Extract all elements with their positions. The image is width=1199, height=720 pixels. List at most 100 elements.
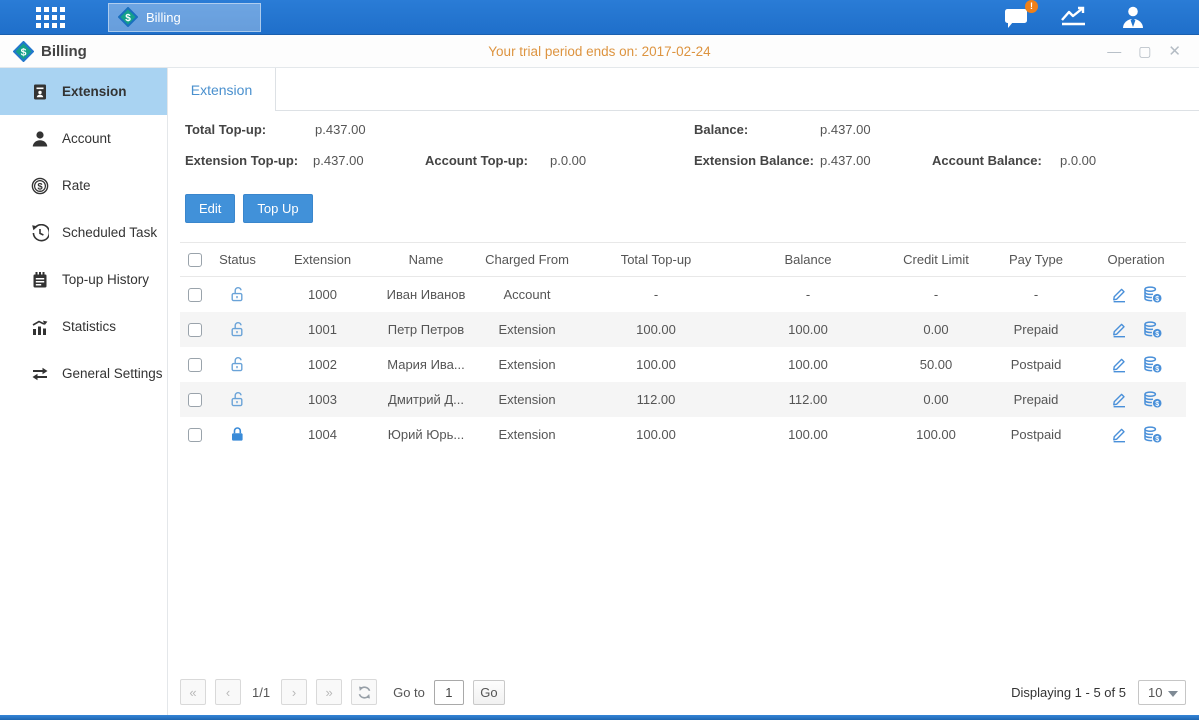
prev-page-button[interactable]: ‹ [215, 679, 241, 705]
total-topup-cell: 100.00 [582, 427, 730, 442]
sidebar-item-extension[interactable]: Extension [0, 68, 167, 115]
account-top-up-value: p.0.00 [550, 153, 586, 168]
table-body: 1000 Иван Иванов Account - - - - $ 1001 … [180, 277, 1186, 452]
name-cell: Петр Петров [380, 322, 472, 337]
extension-cell: 1002 [265, 357, 380, 372]
lock-open-icon [229, 321, 246, 338]
row-checkbox[interactable] [188, 358, 202, 372]
balance-cell: - [730, 287, 886, 302]
topup-icon[interactable]: $ [1143, 321, 1162, 338]
balance-cell: 100.00 [730, 427, 886, 442]
column-header-status: Status [210, 252, 265, 267]
name-cell: Иван Иванов [380, 287, 472, 302]
edit-button[interactable]: Edit [185, 194, 235, 223]
rate-icon: $ [31, 177, 49, 195]
edit-icon[interactable] [1111, 356, 1128, 373]
charged-from-cell: Extension [472, 322, 582, 337]
goto-page-input[interactable] [434, 680, 464, 705]
row-checkbox[interactable] [188, 393, 202, 407]
first-page-button[interactable]: « [180, 679, 206, 705]
sidebar-item-label: Top-up History [62, 272, 149, 287]
app-tab-label: Billing [146, 10, 181, 25]
page-size-select[interactable]: 10 [1138, 680, 1186, 705]
table-row: 1002 Мария Ива... Extension 100.00 100.0… [180, 347, 1186, 382]
trial-notice: Your trial period ends on: 2017-02-24 [0, 44, 1199, 59]
extension-cell: 1004 [265, 427, 380, 442]
row-checkbox[interactable] [188, 428, 202, 442]
account-balance-label: Account Balance: [932, 153, 1042, 168]
go-button[interactable]: Go [473, 680, 505, 705]
total-topup-cell: 100.00 [582, 322, 730, 337]
topup-icon[interactable]: $ [1143, 356, 1162, 373]
topup-icon[interactable]: $ [1143, 426, 1162, 443]
svg-text:$: $ [37, 181, 43, 192]
chevron-down-icon [1168, 691, 1178, 697]
sidebar-item-label: Scheduled Task [62, 225, 157, 240]
name-cell: Мария Ива... [380, 357, 472, 372]
sidebar-item-general-settings[interactable]: General Settings [0, 350, 167, 397]
credit-limit-cell: 100.00 [886, 427, 986, 442]
table-row: 1003 Дмитрий Д... Extension 112.00 112.0… [180, 382, 1186, 417]
name-cell: Юрий Юрь... [380, 427, 472, 442]
edit-icon[interactable] [1111, 286, 1128, 303]
sidebar-item-label: General Settings [62, 366, 163, 381]
sidebar-item-statistics[interactable]: Statistics [0, 303, 167, 350]
total-top-up-value: p.437.00 [315, 122, 366, 137]
balance-cell: 112.00 [730, 392, 886, 407]
svg-text:$: $ [1155, 401, 1159, 408]
pagination-bar: « ‹ 1/1 › » Go to Go Displaying 1 - 5 of… [180, 679, 1186, 705]
billing-window-icon: $ [13, 41, 34, 62]
balance-cell: 100.00 [730, 322, 886, 337]
top-up-button[interactable]: Top Up [243, 194, 312, 223]
name-cell: Дмитрий Д... [380, 392, 472, 407]
refresh-button[interactable] [351, 679, 377, 705]
extension-top-up-value: p.437.00 [313, 153, 364, 168]
charged-from-cell: Account [472, 287, 582, 302]
select-all-checkbox[interactable] [188, 253, 202, 267]
messages-icon[interactable]: ! [1003, 5, 1031, 29]
edit-icon[interactable] [1111, 426, 1128, 443]
account-balance-value: p.0.00 [1060, 153, 1096, 168]
sidebar-item-scheduled-task[interactable]: Scheduled Task [0, 209, 167, 256]
sidebar-item-account[interactable]: Account [0, 115, 167, 162]
row-checkbox[interactable] [188, 323, 202, 337]
last-page-button[interactable]: » [316, 679, 342, 705]
edit-icon[interactable] [1111, 321, 1128, 338]
sidebar: Extension Account $ Rate Scheduled Task … [0, 68, 168, 715]
billing-app-tab[interactable]: $ Billing [108, 3, 261, 32]
goto-label: Go to [393, 685, 425, 700]
next-page-button[interactable]: › [281, 679, 307, 705]
displaying-text: Displaying 1 - 5 of 5 [1011, 685, 1126, 700]
topup-history-icon [31, 271, 49, 289]
sidebar-item-rate[interactable]: $ Rate [0, 162, 167, 209]
user-account-icon[interactable] [1119, 5, 1147, 29]
topup-icon[interactable]: $ [1143, 286, 1162, 303]
balance-label: Balance: [694, 122, 748, 137]
charged-from-cell: Extension [472, 427, 582, 442]
minimize-button[interactable]: — [1107, 44, 1121, 58]
svg-text:$: $ [1155, 436, 1159, 443]
general-settings-icon [31, 365, 49, 383]
monitor-chart-icon[interactable] [1059, 5, 1091, 29]
close-button[interactable]: ✕ [1168, 44, 1181, 59]
pay-type-cell: Postpaid [986, 427, 1086, 442]
lock-closed-icon [229, 426, 246, 443]
edit-icon[interactable] [1111, 391, 1128, 408]
desktop-edge [0, 715, 1199, 720]
column-header-charged-from: Charged From [472, 252, 582, 267]
pay-type-cell: Postpaid [986, 357, 1086, 372]
extension-cell: 1000 [265, 287, 380, 302]
maximize-button[interactable]: ▢ [1138, 44, 1151, 58]
page-size-value: 10 [1148, 685, 1162, 700]
sidebar-item-topup-history[interactable]: Top-up History [0, 256, 167, 303]
credit-limit-cell: 50.00 [886, 357, 986, 372]
notification-badge: ! [1025, 0, 1038, 13]
row-checkbox[interactable] [188, 288, 202, 302]
app-launcher-icon[interactable] [36, 7, 65, 28]
topup-icon[interactable]: $ [1143, 391, 1162, 408]
billing-stats: Total Top-up: p.437.00 Balance: p.437.00… [168, 115, 1199, 185]
extension-balance-label: Extension Balance: [694, 153, 814, 168]
scheduled-task-icon [31, 224, 49, 242]
table-row: 1000 Иван Иванов Account - - - - $ [180, 277, 1186, 312]
tab-extension[interactable]: Extension [168, 68, 276, 111]
